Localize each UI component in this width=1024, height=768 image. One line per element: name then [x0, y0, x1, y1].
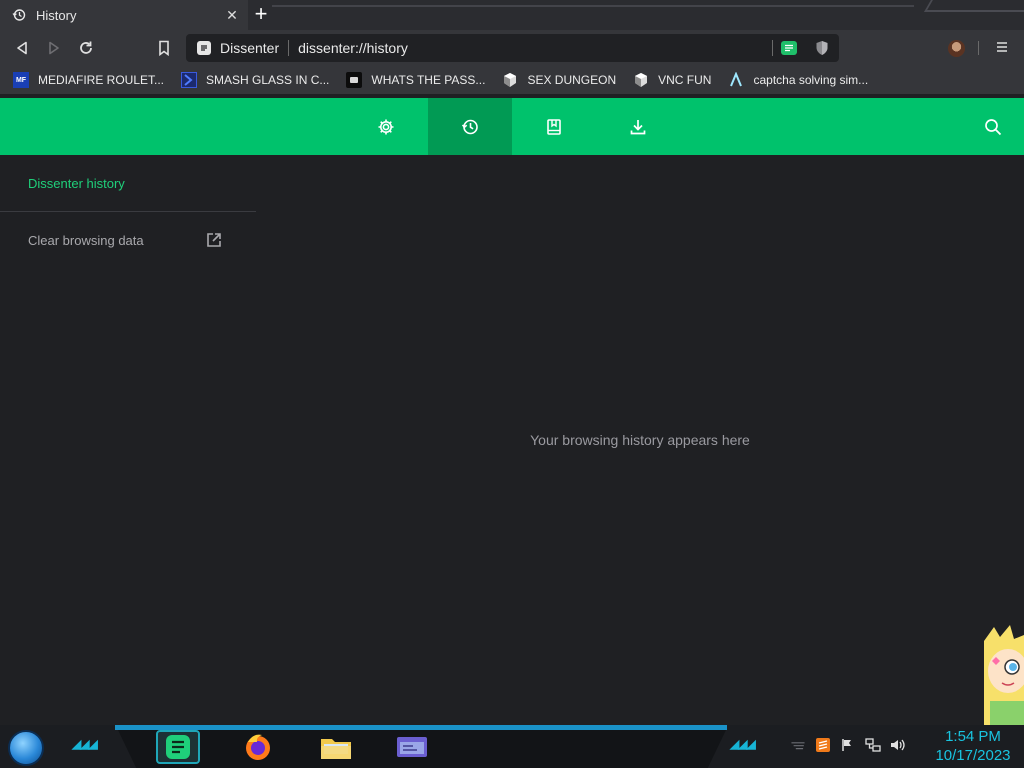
- url-text[interactable]: dissenter://history: [298, 40, 772, 56]
- empty-history-message: Your browsing history appears here: [530, 432, 750, 448]
- bookmark-label: captcha solving sim...: [753, 73, 869, 87]
- gear-icon: [378, 119, 394, 134]
- chevron-decoration-icon: ◢◢◢: [72, 737, 98, 751]
- browser-toolbar: Dissenter dissenter://history: [0, 30, 1024, 66]
- taskbar-dissenter-app[interactable]: [156, 730, 200, 764]
- folder-icon: [321, 739, 351, 759]
- bookmarks-bar: MF MEDIAFIRE ROULET... SMASH GLASS IN C.…: [0, 66, 1024, 94]
- back-icon: [17, 41, 27, 55]
- shield-icon[interactable]: [815, 40, 829, 56]
- external-link-icon[interactable]: [206, 232, 222, 248]
- frame-decoration-corner: [924, 0, 1024, 12]
- taskbar-file-explorer-app[interactable]: [314, 730, 358, 764]
- tab-history[interactable]: History ✕: [0, 0, 248, 30]
- action-center-flag-icon[interactable]: [840, 737, 856, 753]
- address-bar[interactable]: Dissenter dissenter://history: [186, 34, 839, 62]
- bookmark-label: MEDIAFIRE ROULET...: [38, 73, 165, 87]
- extension-separator: [772, 40, 773, 56]
- taskbar: ◢◢◢ ◢◢◢ 1:54 PM 10/17/2023: [0, 725, 1024, 768]
- bookmark-item[interactable]: WHATS THE PASS...: [346, 72, 485, 88]
- volume-icon[interactable]: [890, 737, 906, 753]
- dissenter-app-icon: [166, 735, 190, 759]
- menu-separator: [978, 41, 979, 55]
- tab-strip: History ✕ +: [0, 0, 1024, 30]
- bookmark-item[interactable]: SEX DUNGEON: [502, 72, 616, 88]
- dissenter-extension-icon[interactable]: [781, 41, 797, 55]
- bookmarks-tab[interactable]: [512, 98, 596, 155]
- bookmark-icon: [159, 40, 169, 56]
- hamburger-icon: [997, 42, 1007, 52]
- site-name: Dissenter: [220, 40, 280, 56]
- page-icon: [197, 41, 211, 55]
- chevron-bookmark-icon: [181, 72, 198, 88]
- network-icon[interactable]: [865, 737, 881, 753]
- bookmark-book-icon: [547, 118, 561, 135]
- taskbar-control-panel-app[interactable]: [390, 730, 434, 764]
- close-icon[interactable]: ✕: [224, 7, 240, 23]
- history-tab[interactable]: [428, 98, 512, 155]
- cube-bookmark-icon: [633, 72, 649, 88]
- bookmark-label: SEX DUNGEON: [527, 73, 617, 87]
- reload-button[interactable]: [76, 38, 96, 58]
- page-content: Dissenter history Clear browsing data Yo…: [0, 98, 1024, 725]
- tab-title: History: [36, 7, 77, 23]
- downloads-tab[interactable]: [596, 98, 680, 155]
- sidebar-divider: [0, 211, 256, 212]
- chevron-decoration-icon: ◢◢◢: [730, 737, 756, 751]
- clear-browsing-data-link[interactable]: Clear browsing data: [28, 233, 144, 248]
- history-icon: [461, 119, 478, 134]
- system-tray: [790, 737, 915, 753]
- firefox-icon: [246, 734, 270, 760]
- profile-avatar[interactable]: [948, 40, 965, 57]
- forward-button[interactable]: [44, 38, 64, 58]
- clock-date: 10/17/2023: [935, 747, 1011, 764]
- download-icon: [630, 119, 646, 134]
- reload-icon: [80, 41, 92, 54]
- history-icon: [12, 8, 26, 22]
- cube-bookmark-icon: [502, 72, 518, 88]
- back-button[interactable]: [12, 38, 32, 58]
- mediafire-icon: MF: [13, 72, 29, 88]
- menu-button[interactable]: [995, 40, 1009, 54]
- search-button[interactable]: [984, 118, 1002, 136]
- bookmark-button[interactable]: [154, 38, 174, 58]
- start-button[interactable]: [8, 730, 44, 766]
- bookmark-item[interactable]: captcha solving sim...: [728, 72, 868, 88]
- bookmark-item[interactable]: MF MEDIAFIRE ROULET...: [13, 72, 164, 88]
- screen: History ✕ + Dissenter dissenter://histor…: [0, 0, 1024, 768]
- frame-decoration: [272, 5, 914, 7]
- show-desktop-icon[interactable]: [790, 737, 806, 753]
- bookmark-label: SMASH GLASS IN C...: [206, 73, 330, 87]
- url-separator: [288, 40, 290, 56]
- forward-icon: [49, 41, 59, 55]
- bookmark-item[interactable]: SMASH GLASS IN C...: [181, 72, 329, 88]
- dissenter-header: [0, 98, 1024, 155]
- sidebar-item-dissenter-history[interactable]: Dissenter history: [28, 176, 125, 191]
- taskbar-clock[interactable]: 1:54 PM 10/17/2023: [930, 727, 1016, 765]
- taskbar-firefox-app[interactable]: [236, 730, 280, 764]
- window-app-icon: [397, 737, 427, 757]
- new-tab-button[interactable]: +: [250, 3, 272, 26]
- sublime-tray-icon[interactable]: [815, 737, 831, 753]
- bookmark-label: VNC FUN: [658, 73, 712, 87]
- lambda-bookmark-icon: [728, 72, 744, 88]
- bookmark-label: WHATS THE PASS...: [371, 73, 486, 87]
- search-icon: [985, 119, 1002, 136]
- settings-tab[interactable]: [344, 98, 428, 155]
- clock-time: 1:54 PM: [945, 728, 1001, 745]
- dark-bookmark-icon: [346, 72, 363, 88]
- cartoon-character-sticker: [984, 625, 1024, 725]
- bookmark-item[interactable]: VNC FUN: [633, 72, 711, 88]
